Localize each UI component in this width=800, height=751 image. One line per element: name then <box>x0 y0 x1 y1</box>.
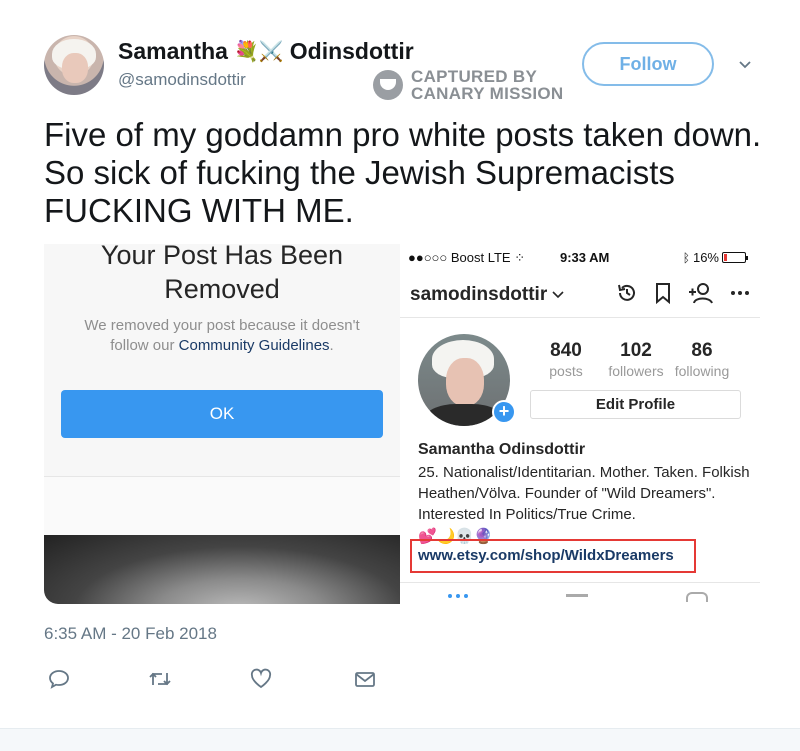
profile-face <box>446 358 484 406</box>
reply-button[interactable] <box>48 668 70 690</box>
stat-following[interactable]: 86 following <box>670 340 734 380</box>
status-time: 9:33 AM <box>560 250 610 265</box>
divider <box>400 582 760 583</box>
tagged-tab-icon[interactable] <box>686 592 708 602</box>
ig-username: samodinsdottir <box>410 284 548 305</box>
stat-posts[interactable]: 840 posts <box>546 340 586 380</box>
stat-followers[interactable]: 102 followers <box>604 340 668 380</box>
tweet-media[interactable]: Your Post Has Been Removed We removed yo… <box>44 244 760 604</box>
direct-message-icon <box>355 672 375 687</box>
canary-logo-icon <box>373 70 403 100</box>
dark-image-area <box>44 535 400 604</box>
stat-following-label: following <box>674 363 730 379</box>
stat-followers-number: 102 <box>620 340 652 361</box>
stat-posts-label: posts <box>549 363 583 379</box>
reply-area <box>0 728 800 751</box>
header-icons <box>616 282 750 304</box>
removed-title: Your Post Has Been Removed <box>100 244 344 304</box>
bio-text: 25. Nationalist/Identitarian. Mother. Ta… <box>418 464 750 523</box>
direct-message-button[interactable] <box>354 668 376 690</box>
add-story-icon[interactable]: + <box>492 400 516 424</box>
blank-area <box>44 477 400 535</box>
more-options-icon[interactable] <box>730 290 750 296</box>
stat-following-number: 86 <box>691 340 713 361</box>
battery-percent: 16% <box>692 250 719 265</box>
tweet-timestamp[interactable]: 6:35 AM - 20 Feb 2018 <box>44 624 217 644</box>
grid-tab-icon[interactable] <box>448 594 468 598</box>
ok-button[interactable]: OK <box>61 390 383 438</box>
tweet-text: Five of my goddamn pro white posts taken… <box>44 116 762 229</box>
like-icon <box>250 668 272 689</box>
stat-posts-number: 840 <box>550 340 582 361</box>
profile-bio: Samantha Odinsdottir 25. Nationalist/Ide… <box>418 440 754 547</box>
battery-fill <box>724 254 727 261</box>
user-handle[interactable]: @samodinsdottir <box>118 70 246 90</box>
bluetooth-icon: ᛒ <box>682 250 690 265</box>
instagram-profile-screenshot: ●●○○○ Boost LTE ⁘ 9:33 AM ᛒ 16% samodins… <box>400 244 760 604</box>
edit-profile-button[interactable]: Edit Profile <box>530 390 741 419</box>
watermark-line-2: CANARY MISSION <box>411 84 564 103</box>
removed-desc-suffix: . <box>329 337 334 354</box>
status-bar: ●●○○○ Boost LTE ⁘ 9:33 AM ᛒ 16% <box>408 248 752 266</box>
bio-link[interactable]: www.etsy.com/shop/WildxDreamers <box>418 547 674 564</box>
like-button[interactable] <box>250 668 272 690</box>
avatar[interactable] <box>44 35 104 95</box>
watermark: CAPTURED BY CANARY MISSION <box>373 68 564 102</box>
chevron-down-icon[interactable] <box>738 58 752 72</box>
post-removed-screenshot: Your Post Has Been Removed We removed yo… <box>44 244 400 604</box>
stat-followers-label: followers <box>608 363 664 379</box>
battery-icon <box>722 252 748 263</box>
retweet-icon <box>149 672 171 686</box>
display-name-first: Samantha <box>118 38 228 64</box>
instagram-header: samodinsdottir <box>400 272 760 318</box>
name-emoji: 💐⚔️ <box>233 40 284 63</box>
bio-name: Samantha Odinsdottir <box>418 441 586 458</box>
watermark-text: CAPTURED BY CANARY MISSION <box>411 68 564 102</box>
add-person-icon[interactable] <box>688 282 714 304</box>
watermark-line-1: CAPTURED BY <box>411 67 538 86</box>
battery-status: ᛒ 16% <box>682 250 748 265</box>
display-name-last: Odinsdottir <box>289 38 414 64</box>
community-guidelines-link[interactable]: Community Guidelines <box>179 337 330 354</box>
history-icon[interactable] <box>616 282 638 304</box>
display-name[interactable]: Samantha 💐⚔️ Odinsdottir <box>118 38 414 65</box>
retweet-button[interactable] <box>148 668 171 690</box>
removed-description: We removed your post because it doesn't … <box>64 316 380 356</box>
chevron-down-icon <box>552 291 564 299</box>
list-tab-icon[interactable] <box>566 594 588 597</box>
avatar-face <box>62 53 88 83</box>
bookmark-icon[interactable] <box>654 282 672 304</box>
follow-button[interactable]: Follow <box>582 42 714 86</box>
tweet-header: Samantha 💐⚔️ Odinsdottir @samodinsdottir… <box>0 0 800 110</box>
tweet-actions <box>44 668 384 690</box>
account-switcher[interactable]: samodinsdottir <box>410 284 564 306</box>
carrier-signal: ●●○○○ Boost LTE ⁘ <box>408 250 526 265</box>
reply-icon <box>49 670 69 689</box>
